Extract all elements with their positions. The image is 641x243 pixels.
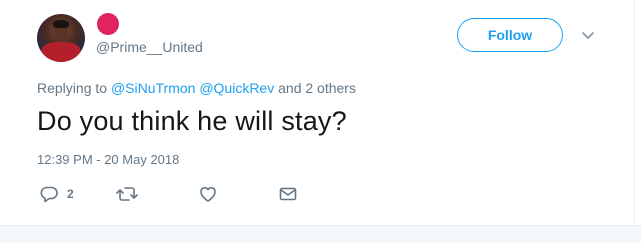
chevron-down-icon[interactable] bbox=[580, 30, 596, 42]
replying-to-prefix: Replying to bbox=[37, 80, 108, 96]
replying-to-line: Replying to @SiNuTrmon @QuickRev and 2 o… bbox=[37, 80, 356, 96]
avatar[interactable] bbox=[37, 14, 85, 62]
avatar-shirt bbox=[41, 42, 81, 62]
tweet-text: Do you think he will stay? bbox=[37, 106, 347, 136]
avatar-hair bbox=[53, 20, 69, 28]
mention-link-2[interactable]: @QuickRev bbox=[199, 80, 274, 96]
direct-message-button[interactable] bbox=[278, 184, 298, 204]
reply-button[interactable]: 2 bbox=[39, 184, 74, 204]
replying-to-others[interactable]: and 2 others bbox=[278, 80, 356, 96]
tweet-timestamp[interactable]: 12:39 PM - 20 May 2018 bbox=[37, 152, 179, 167]
follow-button[interactable]: Follow bbox=[457, 18, 563, 52]
tweet-card: @Prime__United Follow Replying to @SiNuT… bbox=[0, 0, 641, 243]
reply-icon bbox=[40, 186, 58, 203]
retweet-icon bbox=[116, 187, 138, 201]
page-background-strip bbox=[0, 226, 641, 243]
mention-link-1[interactable]: @SiNuTrmon bbox=[111, 80, 196, 96]
user-handle[interactable]: @Prime__United bbox=[96, 39, 203, 55]
card-right-border bbox=[634, 0, 635, 226]
retweet-button[interactable] bbox=[116, 184, 138, 204]
like-icon bbox=[200, 187, 216, 202]
like-button[interactable] bbox=[198, 184, 218, 204]
display-name-badge[interactable] bbox=[97, 13, 119, 35]
direct-message-icon bbox=[279, 187, 297, 201]
reply-count: 2 bbox=[67, 187, 74, 201]
